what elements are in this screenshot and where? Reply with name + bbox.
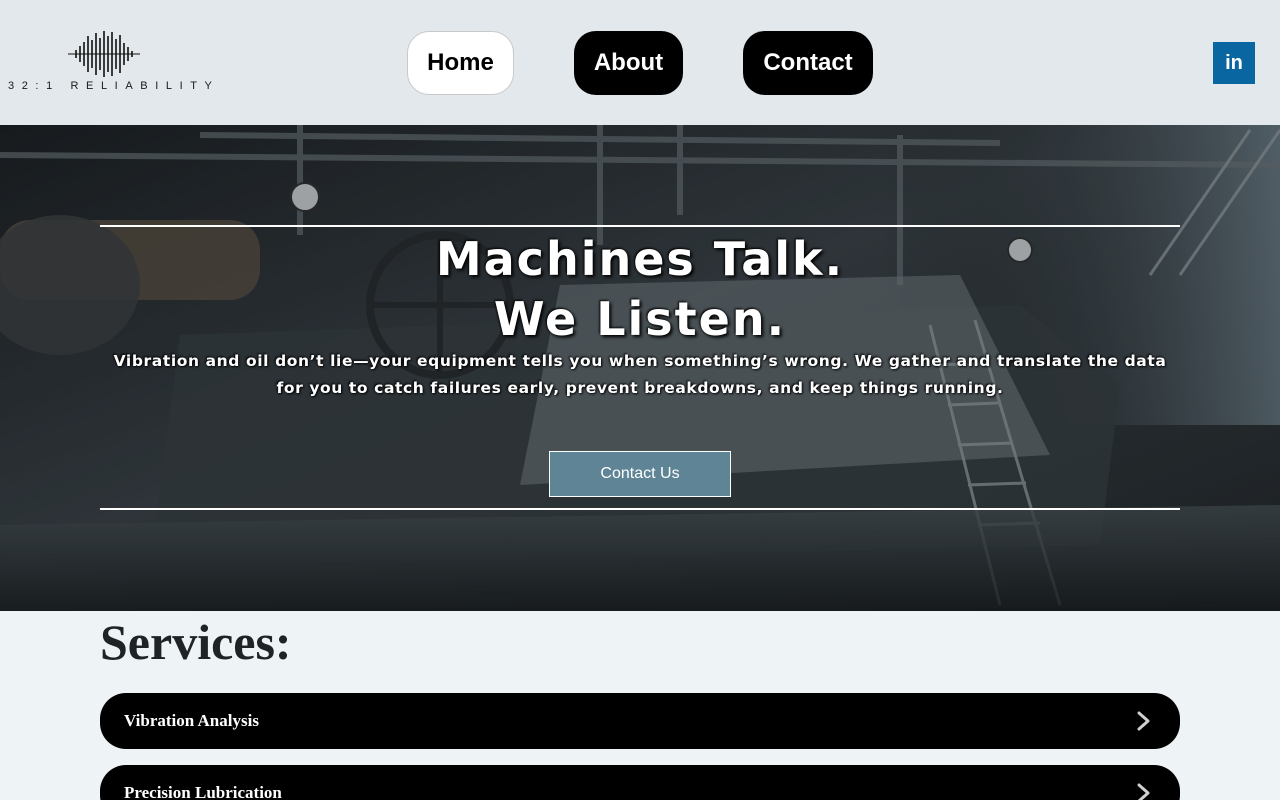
site-header: 32:1 RELIABILITY Home About Contact in	[0, 0, 1280, 125]
nav-about-button[interactable]: About	[574, 31, 683, 95]
service-item-label: Vibration Analysis	[124, 711, 259, 730]
service-item-label: Precision Lubrication	[124, 783, 282, 800]
hero-section: Machines Talk. We Listen. Vibration and …	[0, 125, 1280, 611]
service-item-vibration-analysis[interactable]: Vibration Analysis	[100, 693, 1180, 749]
sound-wave-icon	[68, 31, 140, 77]
hero-top-divider	[100, 225, 1180, 227]
chevron-right-icon	[1137, 783, 1150, 800]
nav-contact-button[interactable]: Contact	[743, 31, 873, 95]
brand-name: 32:1 RELIABILITY	[8, 80, 220, 92]
hero-subtitle: Vibration and oil don’t lie—your equipme…	[113, 352, 1167, 397]
services-heading: Services:	[100, 614, 292, 670]
hero-title-line-2: We Listen.	[493, 292, 787, 346]
nav-home-button[interactable]: Home	[407, 31, 514, 95]
brand-logo[interactable]: 32:1 RELIABILITY	[6, 30, 212, 94]
hero-title-line-1: Machines Talk.	[435, 232, 845, 286]
chevron-right-icon	[1137, 711, 1150, 731]
linkedin-icon[interactable]: in	[1213, 42, 1255, 84]
hero-bottom-divider	[100, 508, 1180, 510]
service-item-precision-lubrication[interactable]: Precision Lubrication	[100, 765, 1180, 800]
contact-us-button[interactable]: Contact Us	[549, 451, 731, 497]
